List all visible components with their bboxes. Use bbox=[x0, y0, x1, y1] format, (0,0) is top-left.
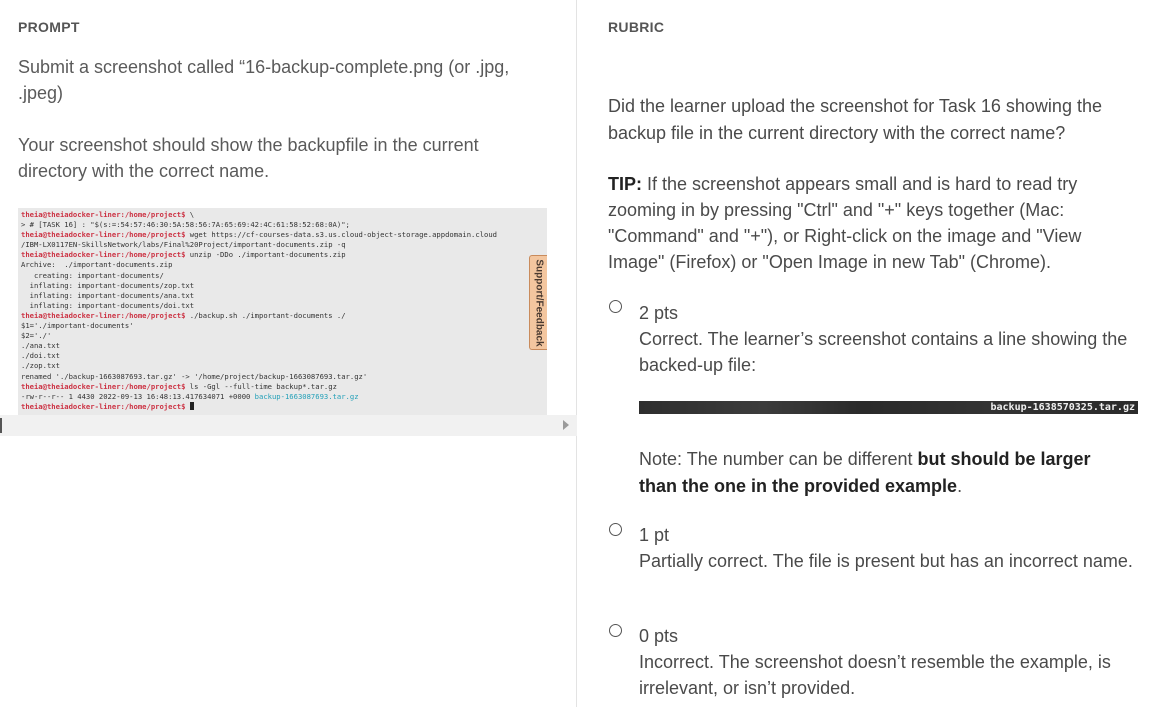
radio-1-pt[interactable] bbox=[609, 523, 622, 536]
note-text: Note: The number can be different bbox=[639, 449, 918, 469]
terminal-line: creating: important-documents/ bbox=[21, 271, 547, 281]
option-2-pts: 2 pts Correct. The learner’s screenshot … bbox=[639, 300, 1139, 378]
note-end: . bbox=[957, 476, 963, 496]
terminal-line: Archive: ./important-documents.zip bbox=[21, 260, 547, 270]
support-feedback-label: Support/Feedback bbox=[533, 258, 544, 347]
rubric-question: Did the learner upload the screenshot fo… bbox=[608, 96, 1102, 143]
terminal-line: ./doi.txt bbox=[21, 351, 547, 361]
terminal-text: /IBM-LX0117EN-SkillsNetwork/labs/Final%2… bbox=[21, 240, 346, 250]
terminal-line: theia@theiadocker-liner:/home/project$ \ bbox=[21, 210, 547, 220]
option-description: Correct. The learner’s screenshot contai… bbox=[639, 329, 1128, 375]
terminal-line: $2='./' bbox=[21, 331, 547, 341]
terminal-text: unzip -DDo ./important-documents.zip bbox=[185, 250, 346, 260]
terminal-text: theia@theiadocker-liner:/home/project$ bbox=[21, 230, 186, 240]
radio-0-pts[interactable] bbox=[609, 624, 622, 637]
support-feedback-tab[interactable]: Support/Feedback bbox=[529, 255, 547, 350]
option-points: 2 pts bbox=[639, 303, 679, 323]
rubric-pane: RUBRIC Did the learner upload the screen… bbox=[578, 0, 1151, 707]
terminal-text: renamed './backup-1663087693.tar.gz' -> … bbox=[21, 371, 368, 381]
scroll-right-arrow-icon[interactable] bbox=[563, 420, 569, 430]
terminal-cursor bbox=[189, 401, 194, 410]
terminal-line: inflating: important-documents/doi.txt bbox=[21, 301, 547, 311]
terminal-line: theia@theiadocker-liner:/home/project$ bbox=[21, 401, 547, 412]
terminal-text: -rw-r--r-- 1 4430 2022-09-13 16:48:13.41… bbox=[21, 391, 255, 401]
radio-2-pts[interactable] bbox=[609, 300, 622, 313]
terminal-text: $1='./important-documents' bbox=[21, 321, 134, 331]
option-description: Incorrect. The screenshot doesn’t resemb… bbox=[639, 652, 1111, 698]
horizontal-scrollbar[interactable] bbox=[0, 415, 577, 436]
terminal-line: /IBM-LX0117EN-SkillsNetwork/labs/Final%2… bbox=[21, 240, 547, 250]
scroll-left-marker bbox=[0, 418, 2, 433]
example-output-image: backup-1638570325.tar.gz bbox=[639, 401, 1138, 414]
terminal-line: > # [TASK 16] : "$(s:=:54:57:46:30:5A:58… bbox=[21, 220, 547, 230]
example-filename: backup-1638570325.tar.gz bbox=[990, 402, 1136, 413]
terminal-text: ./zop.txt bbox=[21, 361, 60, 371]
terminal-screenshot: theia@theiadocker-liner:/home/project$ \… bbox=[18, 208, 547, 415]
rubric-note: Note: The number can be different but sh… bbox=[639, 446, 1129, 500]
terminal-line: inflating: important-documents/zop.txt bbox=[21, 281, 547, 291]
terminal-line: -rw-r--r-- 1 4430 2022-09-13 16:48:13.41… bbox=[21, 392, 547, 402]
rubric-heading: RUBRIC bbox=[608, 19, 665, 35]
terminal-text: Archive: ./important-documents.zip bbox=[21, 260, 173, 270]
terminal-line: ./ana.txt bbox=[21, 341, 547, 351]
prompt-description: Your screenshot should show the backupfi… bbox=[18, 135, 479, 181]
terminal-line: $1='./important-documents' bbox=[21, 321, 547, 331]
terminal-text: theia@theiadocker-liner:/home/project$ bbox=[21, 401, 186, 411]
option-points: 1 pt bbox=[639, 525, 670, 545]
terminal-line: theia@theiadocker-liner:/home/project$ w… bbox=[21, 230, 547, 240]
terminal-text: ./backup.sh ./important-documents ./ bbox=[185, 310, 346, 320]
option-0-pts: 0 pts Incorrect. The screenshot doesn’t … bbox=[639, 623, 1139, 701]
terminal-text: > # [TASK 16] : "$(s:=:54:57:46:30:5A:58… bbox=[21, 220, 350, 230]
terminal-text: ./doi.txt bbox=[21, 351, 60, 361]
terminal-line: inflating: important-documents/ana.txt bbox=[21, 291, 547, 301]
terminal-text: inflating: important-documents/zop.txt bbox=[21, 280, 195, 290]
terminal-text: ./ana.txt bbox=[21, 341, 60, 351]
terminal-line: theia@theiadocker-liner:/home/project$ l… bbox=[21, 382, 547, 392]
terminal-text: theia@theiadocker-liner:/home/project$ bbox=[21, 250, 186, 260]
rubric-tip: TIP: If the screenshot appears small and… bbox=[608, 171, 1138, 275]
terminal-text: theia@theiadocker-liner:/home/project$ bbox=[21, 310, 186, 320]
terminal-line: theia@theiadocker-liner:/home/project$ .… bbox=[21, 311, 547, 321]
terminal-text: backup-1663087693.tar.gz bbox=[254, 391, 359, 401]
terminal-text: ls -Ggl --full-time backup*.tar.gz bbox=[185, 381, 337, 391]
terminal-text: \ bbox=[185, 210, 195, 219]
tip-label: TIP: bbox=[608, 174, 642, 194]
option-points: 0 pts bbox=[639, 626, 679, 646]
terminal-text: $2='./' bbox=[21, 331, 52, 341]
terminal-text: inflating: important-documents/ana.txt bbox=[21, 290, 195, 300]
terminal-text: wget https://cf-courses-data.s3.us.cloud… bbox=[185, 230, 497, 240]
terminal-line: ./zop.txt bbox=[21, 361, 547, 371]
terminal-line: theia@theiadocker-liner:/home/project$ u… bbox=[21, 250, 547, 260]
tip-text: If the screenshot appears small and is h… bbox=[608, 174, 1082, 272]
terminal-text: creating: important-documents/ bbox=[21, 270, 164, 280]
terminal-text: inflating: important-documents/doi.txt bbox=[21, 300, 195, 310]
terminal-text: theia@theiadocker-liner:/home/project$ bbox=[21, 381, 186, 391]
terminal-text: theia@theiadocker-liner:/home/project$ bbox=[21, 210, 186, 219]
terminal-line: renamed './backup-1663087693.tar.gz' -> … bbox=[21, 372, 547, 382]
prompt-pane: PROMPT Submit a screenshot called “16-ba… bbox=[0, 0, 577, 707]
prompt-instruction: Submit a screenshot called “16-backup-co… bbox=[18, 57, 510, 103]
option-description: Partially correct. The file is present b… bbox=[639, 551, 1133, 571]
option-1-pt: 1 pt Partially correct. The file is pres… bbox=[639, 522, 1139, 574]
prompt-heading: PROMPT bbox=[18, 19, 80, 35]
